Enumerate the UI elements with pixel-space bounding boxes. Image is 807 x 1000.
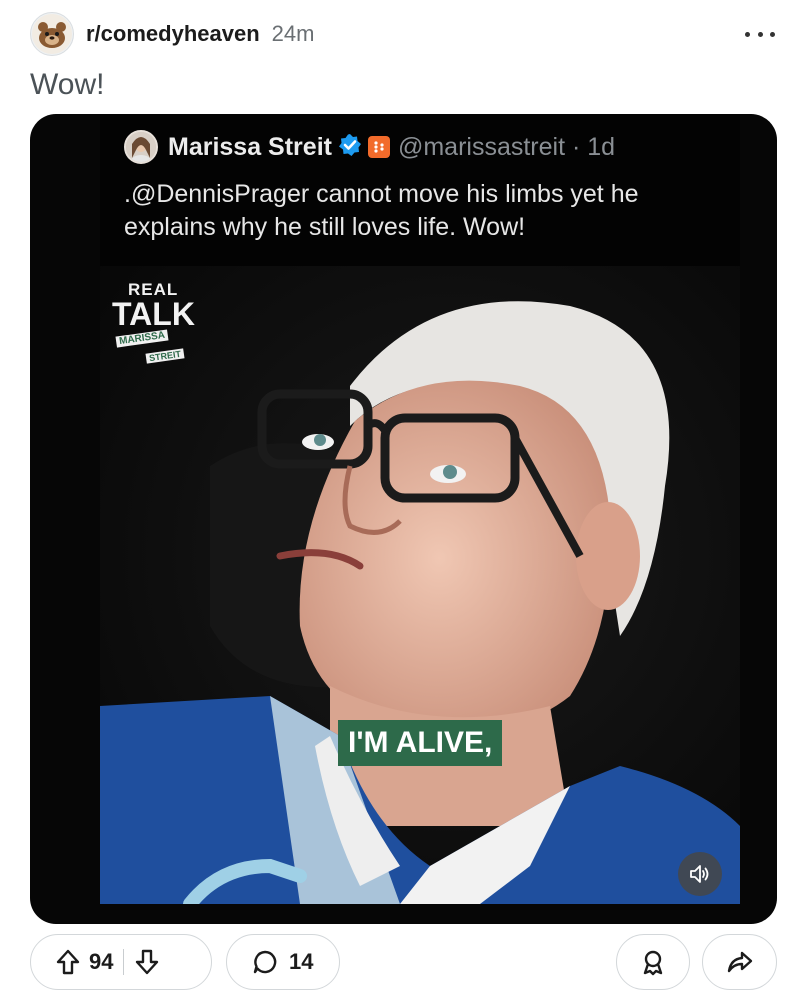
upvote-count: 94 bbox=[89, 949, 114, 974]
vote-control: 94 bbox=[30, 934, 212, 990]
tweet-age: · 1d bbox=[572, 132, 616, 161]
more-options-icon[interactable] bbox=[745, 22, 775, 46]
tweet-header: Marissa Streit @marissastreit · 1d bbox=[124, 130, 615, 164]
post-title[interactable]: Wow! bbox=[30, 68, 104, 102]
post-time: 24m bbox=[271, 21, 315, 46]
comment-bubble-icon bbox=[251, 948, 279, 976]
tweet-author-name: Marissa Streit bbox=[168, 132, 332, 161]
tweet-author-avatar bbox=[124, 130, 158, 164]
subreddit-name-link[interactable]: r/comedyheaven bbox=[86, 21, 260, 47]
verified-badge-icon bbox=[338, 133, 362, 162]
comments-button[interactable]: 14 bbox=[226, 934, 340, 990]
subreddit-avatar-icon[interactable] bbox=[30, 12, 74, 56]
post-media[interactable]: Marissa Streit @marissastreit · 1d .@Den… bbox=[30, 114, 777, 924]
share-button[interactable] bbox=[702, 934, 777, 990]
downvote-arrow-icon[interactable] bbox=[134, 948, 160, 976]
logo-marissa-text: MARISSA bbox=[115, 329, 169, 348]
org-affiliation-icon bbox=[367, 136, 390, 158]
tweet-text: .@DennisPrager cannot move his limbs yet… bbox=[124, 180, 639, 241]
award-icon bbox=[639, 948, 667, 976]
award-button[interactable] bbox=[616, 934, 690, 990]
video-caption: I'M ALIVE, bbox=[338, 720, 503, 766]
vote-divider bbox=[123, 949, 125, 975]
post-actions: 94 14 bbox=[30, 934, 777, 992]
tweet-author-handle: @marissastreit · 1d bbox=[397, 132, 616, 161]
logo-streit-text: STREIT bbox=[145, 348, 185, 364]
show-logo: REAL TALK MARISSA STREIT bbox=[112, 280, 202, 364]
video-player[interactable]: REAL TALK MARISSA STREIT I'M ALIVE, bbox=[100, 266, 740, 904]
post-header: r/comedyheaven 24m bbox=[30, 12, 314, 56]
volume-icon[interactable] bbox=[678, 852, 722, 896]
logo-talk-text: TALK bbox=[112, 296, 195, 332]
tweet-card: Marissa Streit @marissastreit · 1d .@Den… bbox=[100, 114, 740, 266]
share-arrow-icon bbox=[726, 948, 754, 976]
comment-count: 14 bbox=[289, 949, 314, 974]
upvote-arrow-icon[interactable] bbox=[55, 948, 81, 976]
